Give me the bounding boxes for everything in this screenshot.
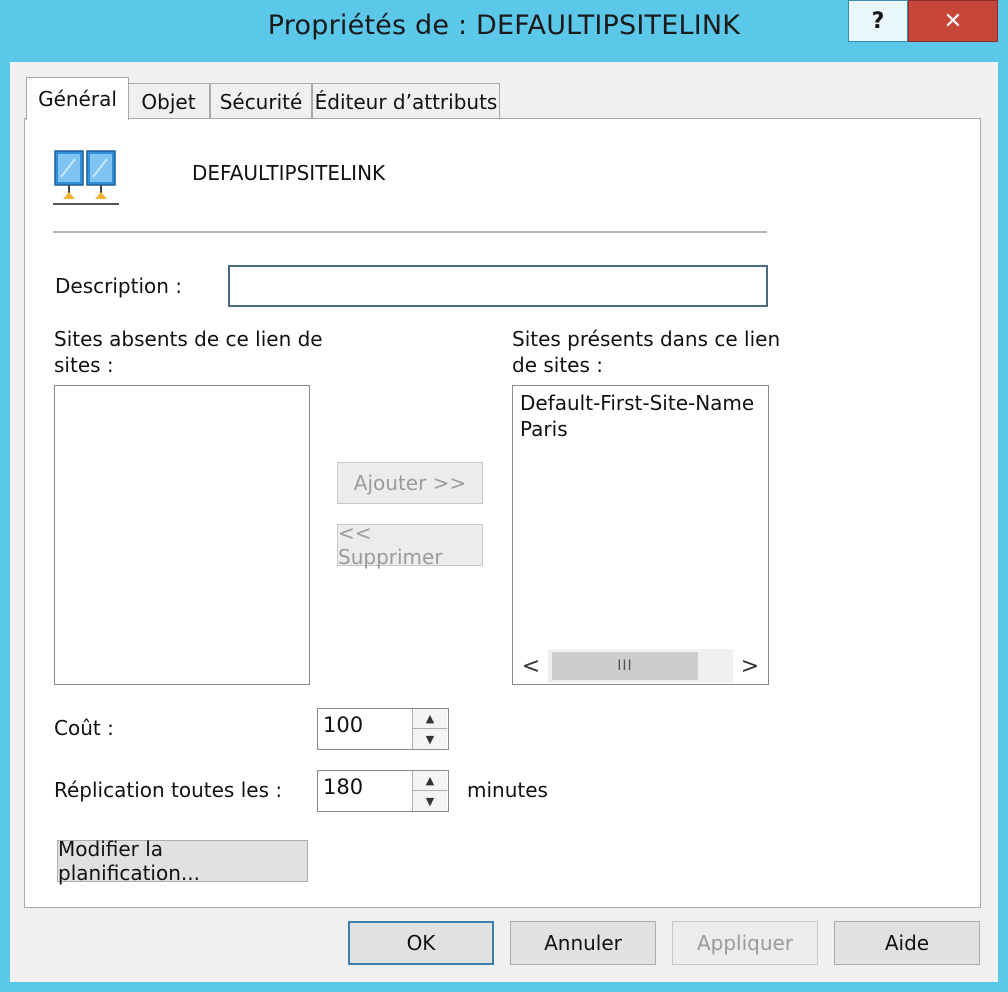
close-icon: ✕	[943, 8, 963, 34]
add-site-button[interactable]: Ajouter >>	[337, 462, 483, 504]
replication-value[interactable]: 180	[323, 775, 363, 799]
list-item[interactable]: Default-First-Site-Name	[513, 390, 768, 416]
site-link-icon	[53, 147, 119, 211]
replication-unit: minutes	[467, 778, 548, 802]
header-separator	[53, 231, 767, 233]
present-sites-label-line2: de sites :	[512, 353, 603, 377]
dialog-client-area: Objet Sécurité Éditeur d’attributs Génér…	[10, 62, 998, 982]
general-tab-panel: DEFAULTIPSITELINK Description : Sites ab…	[24, 118, 981, 908]
horizontal-scrollbar[interactable]: < III >	[514, 649, 767, 683]
stepper-down-icon[interactable]: ▼	[413, 729, 447, 749]
apply-button[interactable]: Appliquer	[672, 921, 818, 965]
modify-schedule-button[interactable]: Modifier la planification...	[57, 837, 308, 885]
present-sites-list[interactable]: Default-First-Site-Name Paris < III >	[512, 385, 769, 685]
ok-button[interactable]: OK	[348, 921, 494, 965]
absent-sites-label-line1: Sites absents de ce lien de	[54, 327, 323, 351]
present-sites-label: Sites présents dans ce lien de sites :	[512, 326, 780, 378]
scroll-left-icon[interactable]: <	[514, 649, 548, 683]
cancel-button[interactable]: Annuler	[510, 921, 656, 965]
absent-sites-list[interactable]	[54, 385, 310, 685]
scroll-thumb[interactable]: III	[552, 652, 698, 680]
title-bar[interactable]: Propriétés de : DEFAULTIPSITELINK ? ✕	[0, 0, 1008, 62]
cost-stepper[interactable]: 100 ▲ ▼	[317, 708, 449, 750]
stepper-up-icon[interactable]: ▲	[413, 709, 447, 729]
close-button[interactable]: ✕	[908, 0, 998, 42]
absent-sites-label-line2: sites :	[54, 353, 114, 377]
replication-stepper[interactable]: 180 ▲ ▼	[317, 770, 449, 812]
cost-stepper-arrows: ▲ ▼	[412, 709, 448, 749]
scroll-right-icon[interactable]: >	[733, 649, 767, 683]
replication-stepper-arrows: ▲ ▼	[412, 771, 448, 811]
properties-dialog: Propriétés de : DEFAULTIPSITELINK ? ✕ Ob…	[0, 0, 1008, 992]
remove-site-button[interactable]: << Supprimer	[337, 521, 483, 569]
description-input[interactable]	[228, 265, 768, 307]
tab-objet[interactable]: Objet	[127, 83, 210, 119]
absent-sites-label: Sites absents de ce lien de sites :	[54, 326, 323, 378]
tab-editeur-attributs[interactable]: Éditeur d’attributs	[312, 83, 500, 119]
object-name: DEFAULTIPSITELINK	[192, 161, 386, 185]
cost-label: Coût :	[54, 716, 114, 740]
stepper-up-icon[interactable]: ▲	[413, 771, 447, 791]
description-label: Description :	[55, 274, 183, 298]
help-titlebar-button[interactable]: ?	[848, 0, 908, 42]
help-button[interactable]: Aide	[834, 921, 980, 965]
cost-value[interactable]: 100	[323, 713, 363, 737]
present-sites-label-line1: Sites présents dans ce lien	[512, 327, 781, 351]
list-item[interactable]: Paris	[513, 416, 768, 442]
tab-general[interactable]: Général	[26, 77, 129, 120]
tab-securite[interactable]: Sécurité	[210, 83, 312, 119]
stepper-down-icon[interactable]: ▼	[413, 791, 447, 811]
replication-label: Réplication toutes les :	[54, 778, 283, 802]
